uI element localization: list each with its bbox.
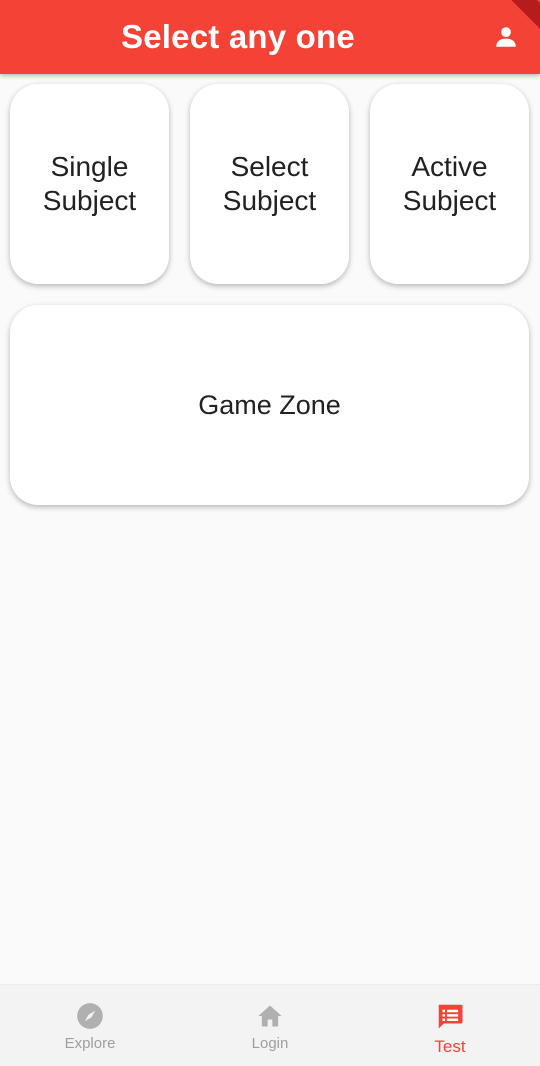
nav-label-login: Login (251, 1035, 289, 1052)
active-subject-card[interactable]: Active Subject (370, 84, 529, 284)
single-subject-card[interactable]: Single Subject (10, 84, 169, 284)
person-icon (496, 27, 516, 47)
game-zone-card[interactable]: Game Zone (10, 305, 529, 505)
page-title: Select any one (121, 18, 355, 55)
chat-list-icon (435, 1001, 465, 1031)
bottom-navigation: Explore Login Test (0, 984, 540, 1066)
app-screen: Select any one Single Subject Select Sub… (0, 0, 540, 1066)
nav-item-login[interactable]: Login (180, 985, 360, 1066)
card-label: Single Subject (42, 151, 137, 216)
select-subject-card[interactable]: Select Subject (190, 84, 349, 284)
profile-button[interactable] (484, 15, 528, 59)
card-label: Select Subject (222, 151, 317, 216)
nav-label-test: Test (434, 1037, 466, 1056)
compass-icon (75, 1001, 105, 1031)
nav-item-explore[interactable]: Explore (0, 985, 180, 1066)
card-label: Active Subject (402, 151, 497, 216)
nav-label-explore: Explore (64, 1035, 116, 1052)
app-bar: Select any one (0, 0, 540, 74)
home-icon (255, 1001, 285, 1031)
game-zone-label: Game Zone (198, 390, 341, 420)
nav-item-test[interactable]: Test (360, 985, 540, 1066)
